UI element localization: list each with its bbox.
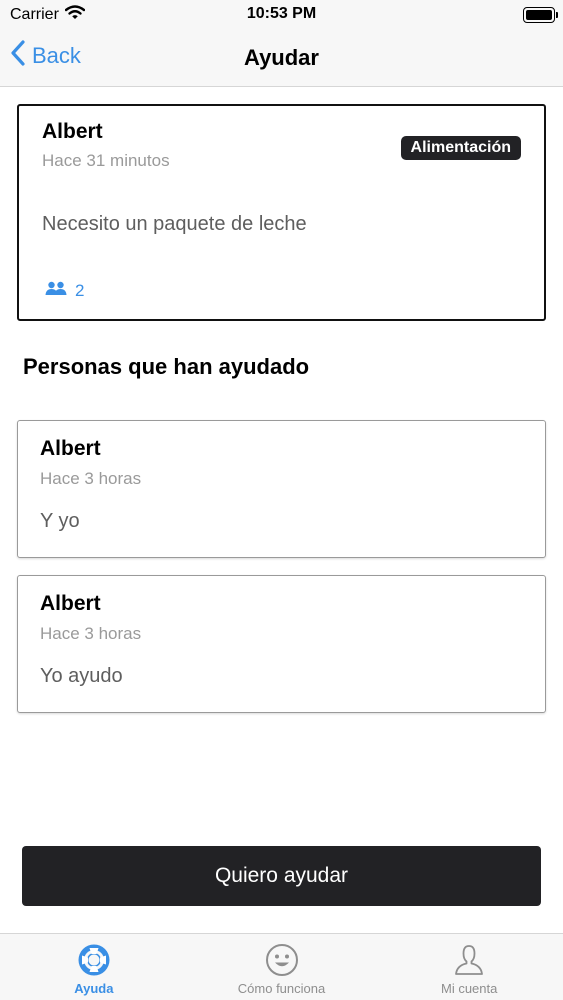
status-time: 10:53 PM	[246, 5, 317, 22]
requester-name: Albert	[42, 120, 103, 143]
helper-card: Albert Hace 3 horas Y yo	[17, 420, 546, 558]
request-time: Hace 31 minutos	[42, 151, 170, 170]
tab-label: Ayuda	[74, 981, 114, 996]
tab-mi-cuenta[interactable]: Mi cuenta	[375, 934, 563, 1000]
tab-como-funciona[interactable]: Cómo funciona	[188, 934, 376, 1000]
battery-tip	[555, 12, 558, 18]
section-title: Personas que han ayudado	[23, 354, 310, 379]
helper-time: Hace 3 horas	[40, 624, 142, 643]
helpers-count: 2	[45, 280, 84, 301]
helper-message: Yo ayudo	[40, 665, 123, 687]
helpers-count-value: 2	[75, 280, 85, 300]
helper-message: Y yo	[40, 510, 80, 532]
request-card: Albert Hace 31 minutos Alimentación Nece…	[17, 104, 546, 321]
page-title: Ayudar	[244, 45, 319, 70]
navigation-bar: Back Ayudar	[0, 30, 563, 87]
group-icon	[45, 280, 67, 301]
status-bar: Carrier 10:53 PM	[0, 0, 563, 30]
battery-fill	[526, 10, 552, 20]
lifebuoy-icon	[76, 942, 112, 978]
tab-bar: Ayuda Cómo funciona Mi cuenta	[0, 933, 563, 1000]
helper-name: Albert	[40, 437, 101, 460]
smiley-icon	[264, 942, 300, 978]
tab-label: Mi cuenta	[440, 981, 498, 996]
tab-ayuda[interactable]: Ayuda	[0, 934, 188, 1000]
back-button[interactable]: Back	[10, 40, 81, 72]
helper-name: Albert	[40, 592, 101, 615]
want-to-help-button[interactable]: Quiero ayudar	[22, 846, 541, 906]
tab-label: Cómo funciona	[237, 981, 326, 996]
person-icon	[451, 942, 487, 978]
category-badge: Alimentación	[400, 136, 521, 160]
battery-icon	[523, 7, 558, 23]
helper-time: Hace 3 horas	[40, 469, 142, 488]
helper-card: Albert Hace 3 horas Yo ayudo	[17, 575, 546, 713]
chevron-left-icon	[10, 39, 26, 73]
request-message: Necesito un paquete de leche	[42, 213, 307, 235]
back-label: Back	[32, 43, 81, 68]
